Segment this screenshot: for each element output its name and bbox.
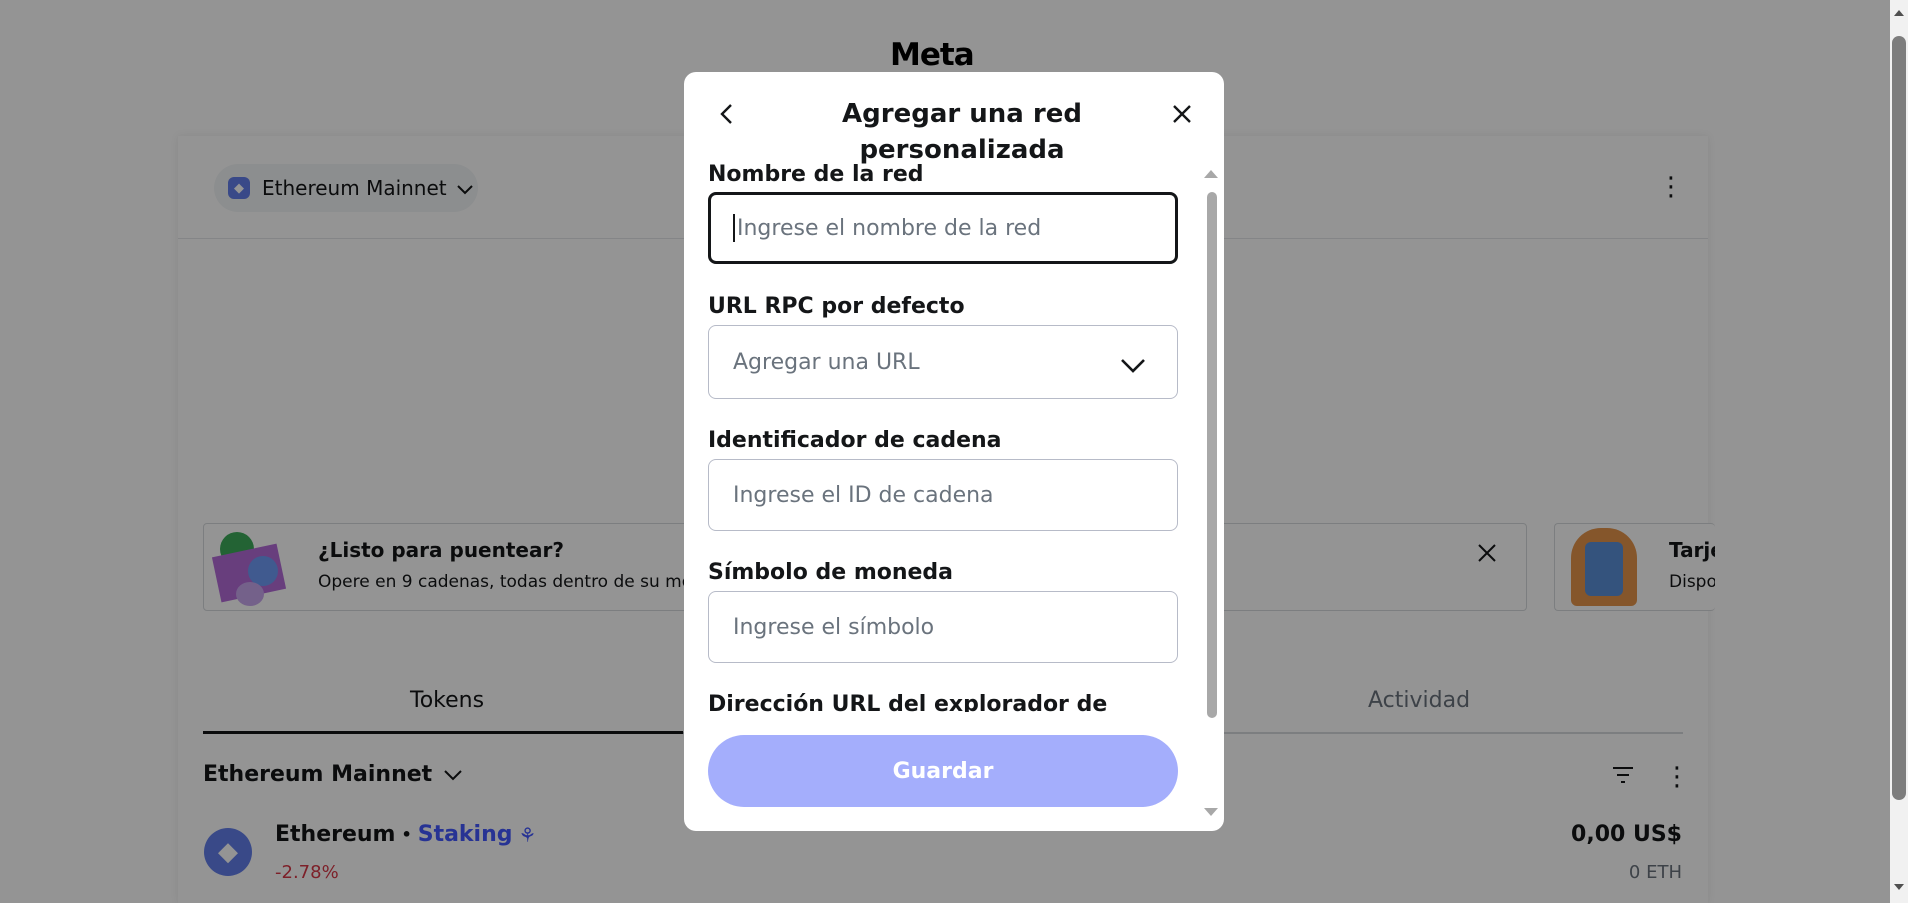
- modal-title: Agregar una red personalizada: [842, 99, 1082, 165]
- currency-symbol-label: Símbolo de moneda: [708, 560, 954, 585]
- back-arrow-icon[interactable]: [708, 96, 744, 132]
- scroll-down-arrow-icon[interactable]: [1204, 808, 1218, 816]
- rpc-url-label: URL RPC por defecto: [708, 294, 965, 319]
- text-caret: [733, 214, 735, 242]
- page-scroll-up-icon[interactable]: [1894, 10, 1904, 16]
- page-scroll-down-icon[interactable]: [1894, 884, 1904, 890]
- explorer-url-label-clip: Dirección URL del explorador de bloques: [708, 690, 1178, 712]
- scroll-up-arrow-icon[interactable]: [1204, 170, 1218, 178]
- close-icon[interactable]: [1164, 96, 1200, 132]
- rpc-url-dropdown[interactable]: Agregar una URL: [708, 325, 1178, 399]
- modal-scrollbar-thumb[interactable]: [1207, 192, 1217, 718]
- currency-symbol-input[interactable]: Ingrese el símbolo: [708, 591, 1178, 663]
- network-name-input[interactable]: Ingrese el nombre de la red: [708, 192, 1178, 264]
- currency-symbol-placeholder: Ingrese el símbolo: [733, 614, 935, 640]
- save-button[interactable]: Guardar: [708, 735, 1178, 807]
- network-name-label: Nombre de la red: [708, 162, 924, 187]
- page-scrollbar-thumb[interactable]: [1892, 36, 1906, 800]
- chain-id-placeholder: Ingrese el ID de cadena: [733, 482, 994, 508]
- rpc-url-placeholder: Agregar una URL: [733, 349, 920, 375]
- explorer-url-label: Dirección URL del explorador de bloques: [708, 692, 1108, 712]
- chain-id-input[interactable]: Ingrese el ID de cadena: [708, 459, 1178, 531]
- chain-id-label: Identificador de cadena: [708, 428, 1002, 453]
- chevron-down-icon: [1121, 354, 1145, 379]
- network-name-placeholder: Ingrese el nombre de la red: [737, 215, 1042, 241]
